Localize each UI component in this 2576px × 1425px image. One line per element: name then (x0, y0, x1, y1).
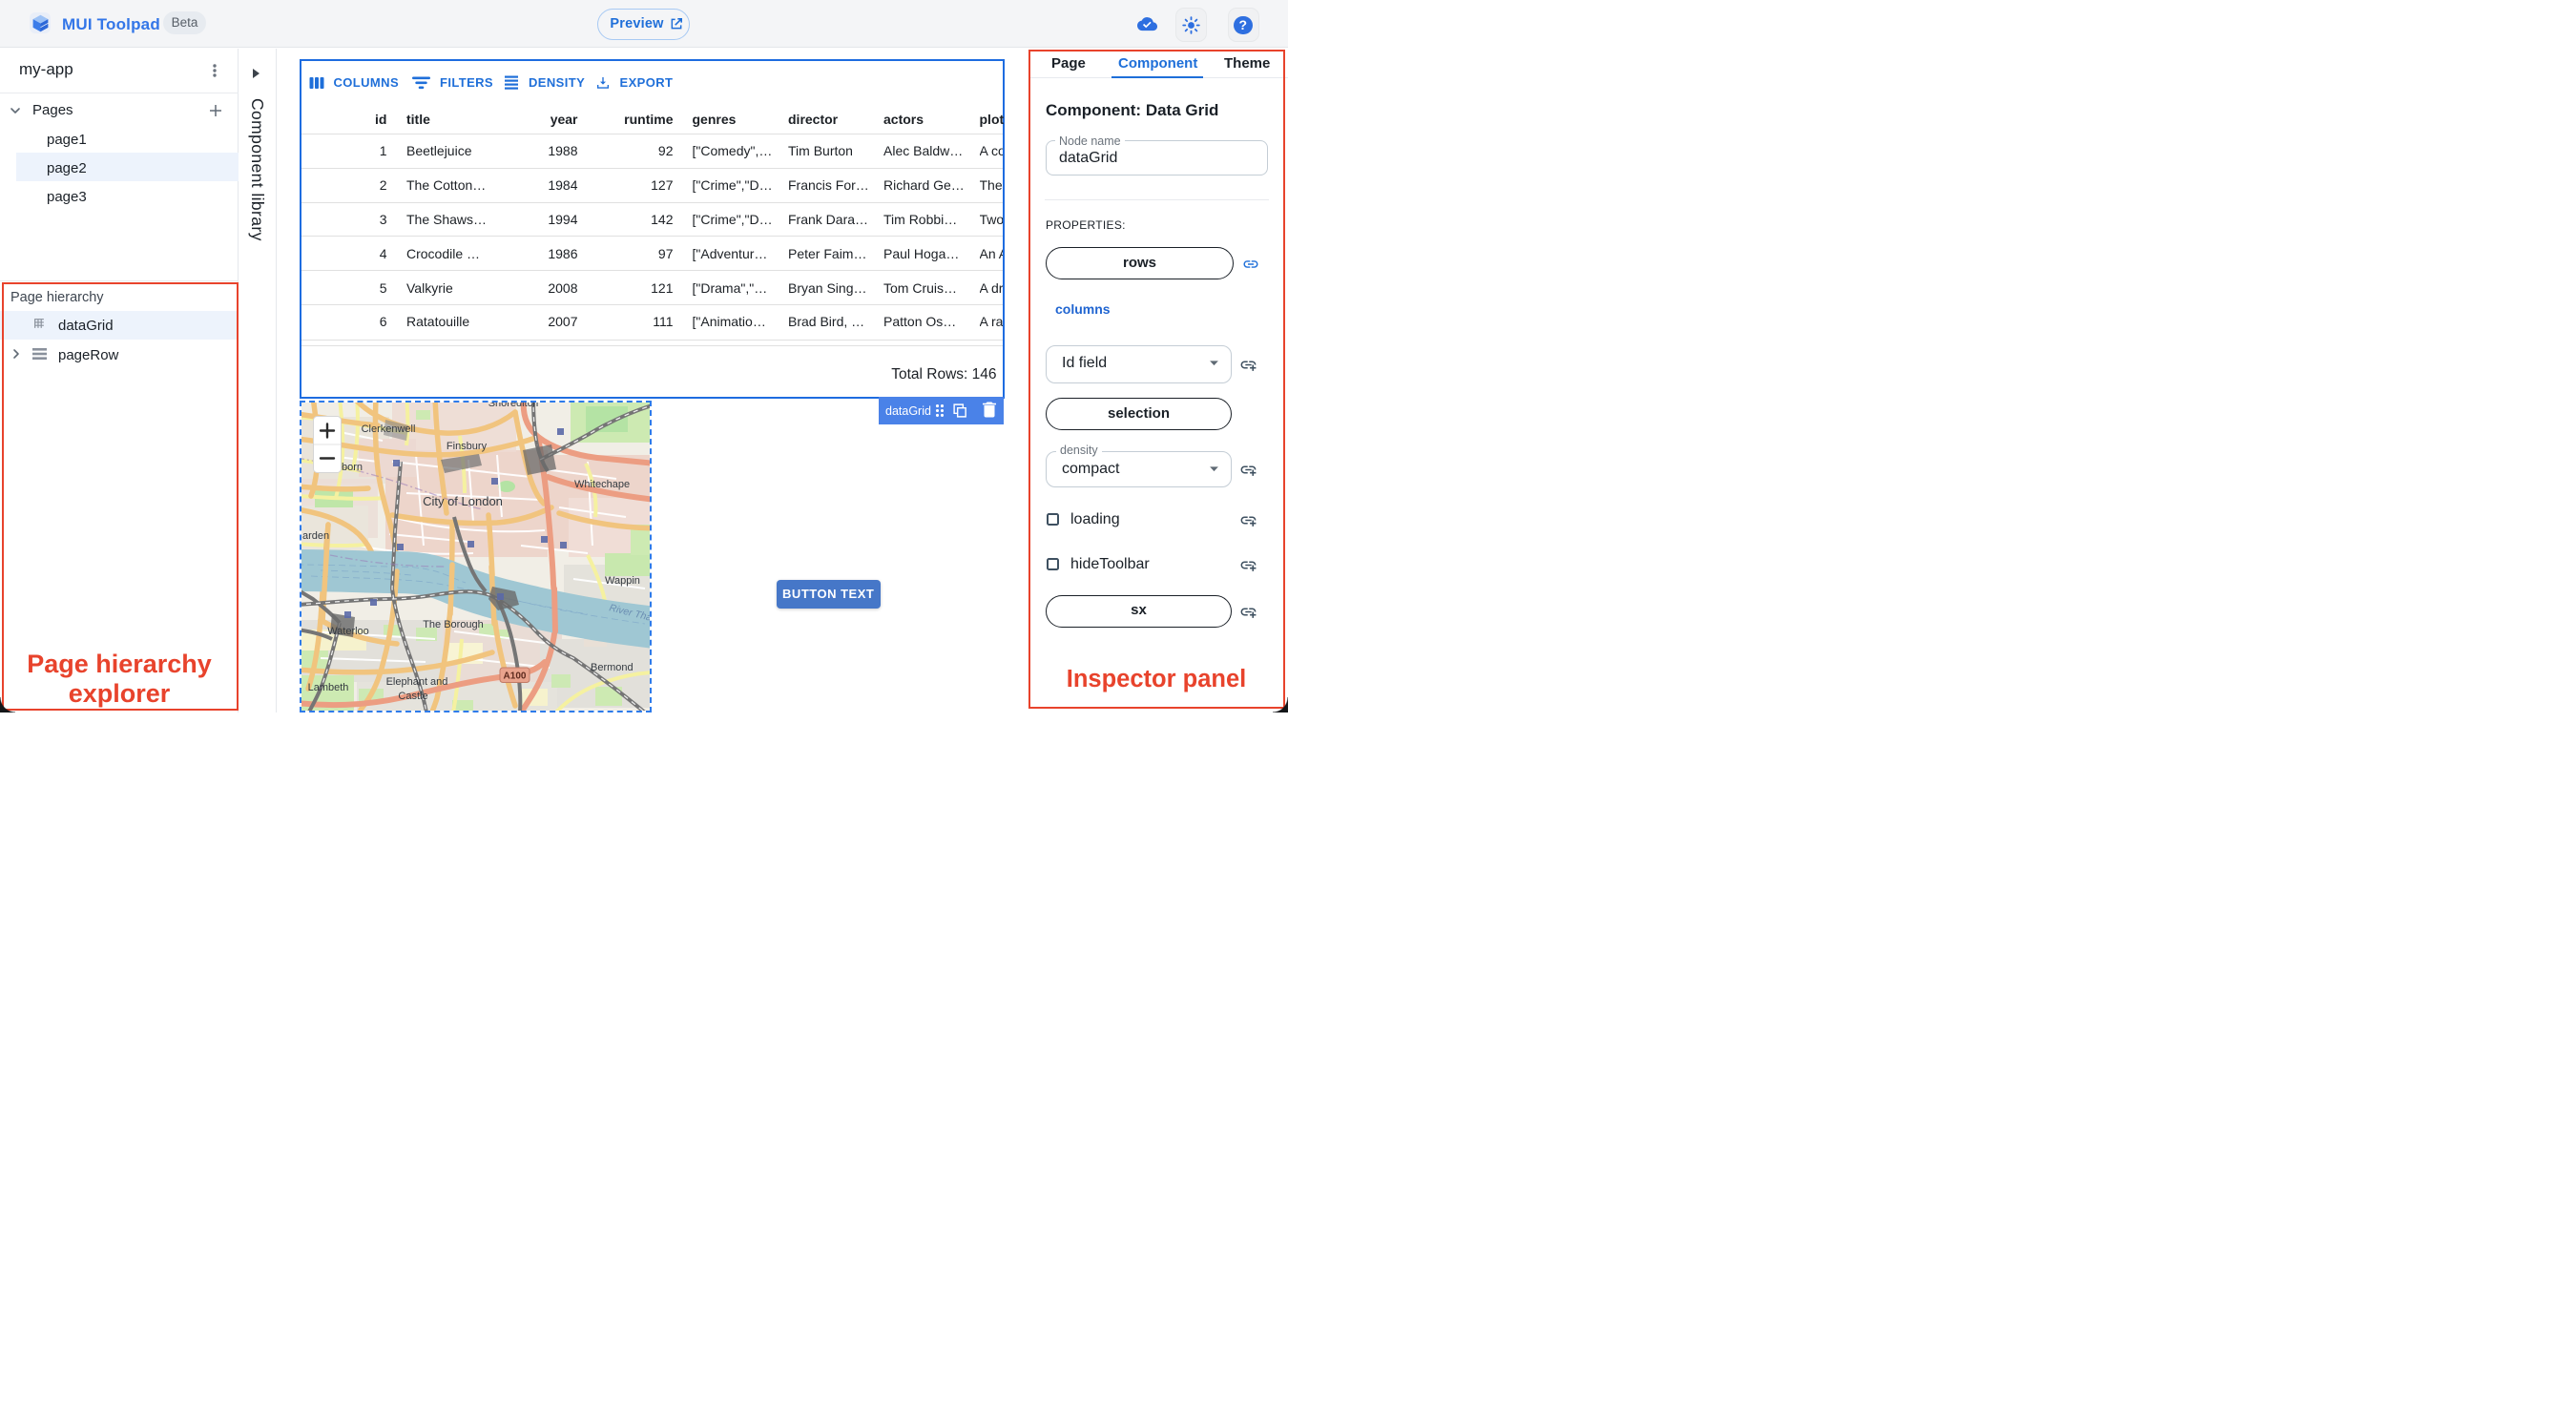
svg-text:Shoreditch: Shoreditch (488, 403, 538, 409)
svg-text:Whitechape: Whitechape (574, 479, 630, 490)
svg-text:Waterloo: Waterloo (327, 626, 369, 637)
svg-text:arden: arden (302, 530, 329, 542)
svg-text:Elephant and: Elephant and (385, 676, 447, 688)
svg-text:Finsbury: Finsbury (446, 441, 487, 452)
svg-text:Lambeth: Lambeth (307, 682, 348, 693)
svg-text:Castle: Castle (398, 691, 427, 702)
svg-text:The Borough: The Borough (423, 619, 484, 630)
svg-text:Clerkenwell: Clerkenwell (361, 423, 415, 435)
svg-text:Wappin: Wappin (605, 575, 640, 587)
svg-text:A100: A100 (503, 671, 526, 682)
svg-text:born: born (342, 462, 363, 473)
svg-text:City of London: City of London (423, 494, 503, 508)
svg-text:Bermond: Bermond (591, 662, 634, 673)
